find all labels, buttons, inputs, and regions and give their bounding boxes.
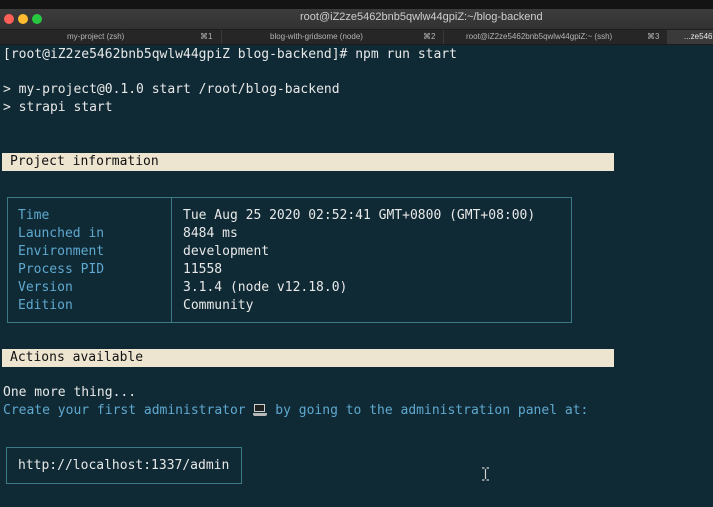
create-admin-text: by going to the administration panel at:	[267, 403, 589, 418]
tab-blog-backend[interactable]: ...ze546	[668, 30, 713, 44]
text-cursor-icon	[482, 467, 489, 481]
tab-label: my-project (zsh)	[67, 32, 125, 41]
project-info-banner: Project information	[2, 153, 614, 171]
info-key: Version	[18, 280, 73, 295]
table-row: Process PID 11558	[8, 261, 571, 279]
tab-label: ...ze546	[684, 32, 713, 41]
admin-url-box: http://localhost:1337/admin	[6, 447, 242, 484]
window-titlebar: root@iZ2ze5462bnb5qwlw44gpiZ:~/blog-back…	[0, 9, 713, 30]
info-value: Community	[183, 298, 254, 313]
tab-shortcut: ⌘1	[200, 32, 213, 41]
close-window-button[interactable]	[4, 14, 14, 24]
info-value: 8484 ms	[183, 226, 238, 241]
laptop-icon	[253, 404, 268, 416]
script-line: > my-project@0.1.0 start /root/blog-back…	[3, 82, 340, 97]
info-value: Tue Aug 25 2020 02:52:41 GMT+0800 (GMT+0…	[183, 208, 536, 223]
prompt-line: [root@iZ2ze5462bnb5qwlw44gpiZ blog-backe…	[3, 47, 457, 62]
create-admin-text: Create your first administrator	[3, 403, 254, 418]
window-title: root@iZ2ze5462bnb5qwlw44gpiZ:~/blog-back…	[300, 11, 543, 23]
tab-ssh-root[interactable]: root@iZ2ze5462bnb5qwlw44gpiZ:~ (ssh) ⌘3	[444, 30, 668, 44]
top-strip	[0, 0, 713, 9]
table-row: Time Tue Aug 25 2020 02:52:41 GMT+0800 (…	[8, 207, 571, 225]
banner-title: Actions available	[10, 350, 144, 365]
minimize-window-button[interactable]	[18, 14, 28, 24]
actions-banner: Actions available	[2, 349, 614, 367]
tab-blog-with-gridsome[interactable]: blog-with-gridsome (node) ⌘2	[222, 30, 444, 44]
info-key: Process PID	[18, 262, 105, 277]
one-more-line: One more thing...	[3, 385, 137, 400]
info-value: development	[183, 244, 270, 259]
zoom-window-button[interactable]	[32, 14, 42, 24]
tab-label: blog-with-gridsome (node)	[270, 32, 363, 41]
table-row: Edition Community	[8, 297, 571, 315]
tab-shortcut: ⌘2	[423, 32, 436, 41]
tab-shortcut: ⌘3	[647, 32, 660, 41]
terminal-output[interactable]: [root@iZ2ze5462bnb5qwlw44gpiZ blog-backe…	[0, 45, 713, 507]
admin-url-link[interactable]: http://localhost:1337/admin	[18, 448, 229, 483]
info-key: Environment	[18, 244, 105, 259]
script-line: > strapi start	[3, 100, 113, 115]
table-row: Environment development	[8, 243, 571, 261]
tab-label: root@iZ2ze5462bnb5qwlw44gpiZ:~ (ssh)	[466, 32, 613, 41]
project-info-table: Time Tue Aug 25 2020 02:52:41 GMT+0800 (…	[7, 197, 572, 323]
info-key: Edition	[18, 298, 73, 313]
info-value: 11558	[183, 262, 223, 277]
info-value: 3.1.4 (node v12.18.0)	[183, 280, 348, 295]
table-row: Launched in 8484 ms	[8, 225, 571, 243]
tab-bar: my-project (zsh) ⌘1 blog-with-gridsome (…	[0, 30, 713, 45]
table-row: Version 3.1.4 (node v12.18.0)	[8, 279, 571, 297]
info-key: Time	[18, 208, 50, 223]
banner-title: Project information	[10, 154, 159, 169]
info-key: Launched in	[18, 226, 105, 241]
create-admin-line: Create your first administrator by going…	[3, 403, 588, 418]
tab-my-project[interactable]: my-project (zsh) ⌘1	[0, 30, 222, 44]
